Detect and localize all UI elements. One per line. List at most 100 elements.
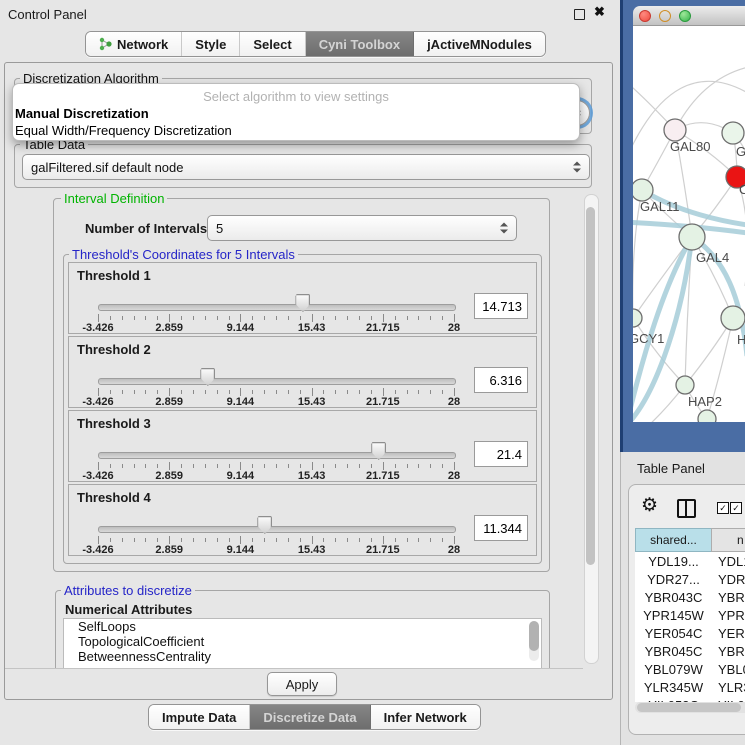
table-row[interactable]: YDL19...YDL1 — [635, 552, 745, 570]
tab-jactivemnodules[interactable]: jActiveMNodules — [414, 32, 545, 56]
node-label: GCY1 — [633, 331, 664, 346]
slider-ticks — [98, 314, 454, 322]
cell-shared-name: YBR043C — [635, 590, 712, 605]
slider-track[interactable] — [98, 304, 456, 311]
tab-cyni-toolbox[interactable]: Cyni Toolbox — [306, 32, 414, 56]
slider-track[interactable] — [98, 378, 456, 385]
threshold-value-field[interactable] — [474, 293, 528, 319]
algorithm-popup: Select algorithm to view settings Manual… — [12, 83, 580, 141]
node-label: G — [736, 144, 745, 159]
network-node-gal80[interactable] — [664, 119, 686, 141]
threshold-panel-1: Threshold 1-3.4262.8599.14415.4321.71528 — [68, 262, 537, 334]
attributes-scrollbar-thumb[interactable] — [529, 621, 539, 651]
threshold-label: Threshold 3 — [77, 416, 151, 431]
network-node-hap2[interactable] — [676, 376, 694, 394]
tab-select[interactable]: Select — [240, 32, 305, 56]
threshold-panel-2: Threshold 2 -3.4262.8599.14415.4321.71528 — [68, 336, 537, 408]
network-node-gal4[interactable] — [679, 224, 705, 250]
checkbox-icon[interactable]: ✓ — [730, 502, 742, 514]
close-traffic-light-icon[interactable] — [639, 10, 651, 22]
slider-ticks — [98, 388, 454, 396]
table-row[interactable]: YBL079WYBL0 — [635, 660, 745, 678]
popup-option-equal-width-frequency[interactable]: Equal Width/Frequency Discretization — [15, 123, 232, 138]
table-h-scrollbar-thumb[interactable] — [637, 703, 741, 712]
table-h-scrollbar[interactable] — [635, 702, 745, 713]
float-window-icon[interactable] — [574, 9, 585, 20]
tab-label: Select — [253, 37, 291, 52]
popup-option-manual-discretization[interactable]: Manual Discretization — [15, 106, 149, 121]
threshold-value-field[interactable] — [474, 515, 528, 541]
threshold-label: Threshold 4 — [77, 490, 151, 505]
cell-name: YBL0 — [712, 662, 745, 677]
table-row[interactable]: YER054CYER0 — [635, 624, 745, 642]
attributes-scrollbar[interactable] — [529, 621, 539, 661]
cell-name: YDL1 — [712, 554, 745, 569]
zoom-traffic-light-icon[interactable] — [679, 10, 691, 22]
network-node-gal11[interactable] — [633, 179, 653, 201]
minimize-traffic-light-icon[interactable] — [659, 10, 671, 22]
network-window-titlebar[interactable] — [633, 6, 745, 26]
cell-name: YBR0 — [712, 644, 745, 659]
cell-shared-name: YDL19... — [635, 554, 712, 569]
split-view-icon[interactable] — [677, 499, 696, 518]
cell-shared-name: YLR345W — [635, 680, 712, 695]
network-node-gcy1[interactable] — [633, 309, 642, 327]
table-rows: YDL19...YDL1YDR27...YDR2YBR043CYBR0YPR14… — [635, 552, 745, 702]
table-row[interactable]: YLR345WYLR3 — [635, 678, 745, 696]
slider-track[interactable] — [98, 526, 456, 533]
network-node-g[interactable] — [722, 122, 744, 144]
settings-scrollbar[interactable] — [584, 194, 599, 664]
cell-name: YER0 — [712, 626, 745, 641]
slider-ticks — [98, 536, 454, 544]
table-row[interactable]: YPR145WYPR1 — [635, 606, 745, 624]
attribute-item[interactable]: TopologicalCoefficient — [64, 634, 541, 649]
cell-shared-name: YBL079W — [635, 662, 712, 677]
network-node[interactable] — [698, 410, 716, 422]
slider-axis-labels: -3.4262.8599.14415.4321.71528 — [98, 396, 454, 408]
number-of-intervals-combobox[interactable]: 5 — [207, 215, 517, 241]
tab-discretize-data[interactable]: Discretize Data — [250, 705, 370, 729]
node-label: GAL80 — [670, 139, 710, 154]
threshold-label: Threshold 2 — [77, 342, 151, 357]
column-header-name[interactable]: n — [711, 528, 745, 552]
checkbox-icon[interactable]: ✓ — [717, 502, 729, 514]
node-label: GAL11 — [640, 199, 680, 214]
network-node-h[interactable] — [721, 306, 745, 330]
tab-label: Network — [117, 37, 168, 52]
threshold-panel-4: Threshold 4-3.4262.8599.14415.4321.71528 — [68, 484, 537, 556]
threshold-value-field[interactable] — [474, 367, 528, 393]
slider-track[interactable] — [98, 452, 456, 459]
attribute-item[interactable]: BetweennessCentrality — [64, 649, 541, 664]
threshold-value-field[interactable] — [474, 441, 528, 467]
tab-style[interactable]: Style — [182, 32, 240, 56]
cell-name: YPR1 — [712, 608, 745, 623]
divider — [5, 668, 583, 669]
column-header-shared[interactable]: shared... — [635, 528, 712, 552]
tab-infer-network[interactable]: Infer Network — [371, 705, 480, 729]
algorithm-popup-placeholder: Select algorithm to view settings — [13, 89, 579, 104]
node-label: GAL4 — [696, 250, 729, 265]
network-icon — [99, 37, 112, 51]
close-icon[interactable]: ✖ — [594, 4, 605, 20]
table-panel-title: Table Panel — [637, 461, 705, 476]
attributes-group-title: Attributes to discretize — [61, 583, 195, 598]
settings-scrollbar-thumb[interactable] — [586, 207, 595, 565]
interval-definition-title: Interval Definition — [61, 191, 167, 206]
number-of-intervals-label: Number of Intervals — [85, 221, 207, 236]
table-row[interactable]: YBR043CYBR0 — [635, 588, 745, 606]
cell-shared-name: YDR27... — [635, 572, 712, 587]
network-canvas[interactable]: GAL80GCGAL11GAL4GCY1HHAP2 — [633, 26, 745, 422]
attribute-item[interactable]: SelfLoops — [64, 619, 541, 634]
table-data-combobox[interactable]: galFiltered.sif default node — [22, 154, 590, 180]
apply-button[interactable]: Apply — [267, 672, 337, 696]
table-row[interactable]: YBR045CYBR0 — [635, 642, 745, 660]
table-data-value: galFiltered.sif default node — [31, 160, 183, 175]
tab-network[interactable]: Network — [86, 32, 182, 56]
table-row[interactable]: YDR27...YDR2 — [635, 570, 745, 588]
numerical-attributes-list[interactable]: SelfLoopsTopologicalCoefficientBetweenne… — [63, 618, 542, 668]
tab-label: Cyni Toolbox — [319, 37, 400, 52]
gear-icon[interactable]: ⚙ — [641, 496, 658, 515]
number-of-intervals-value: 5 — [216, 221, 223, 236]
tab-impute-data[interactable]: Impute Data — [149, 705, 250, 729]
table-panel-card: ⚙ ✓ ✓ shared... n YDL19...YDL1YDR27...YD… — [628, 484, 745, 735]
